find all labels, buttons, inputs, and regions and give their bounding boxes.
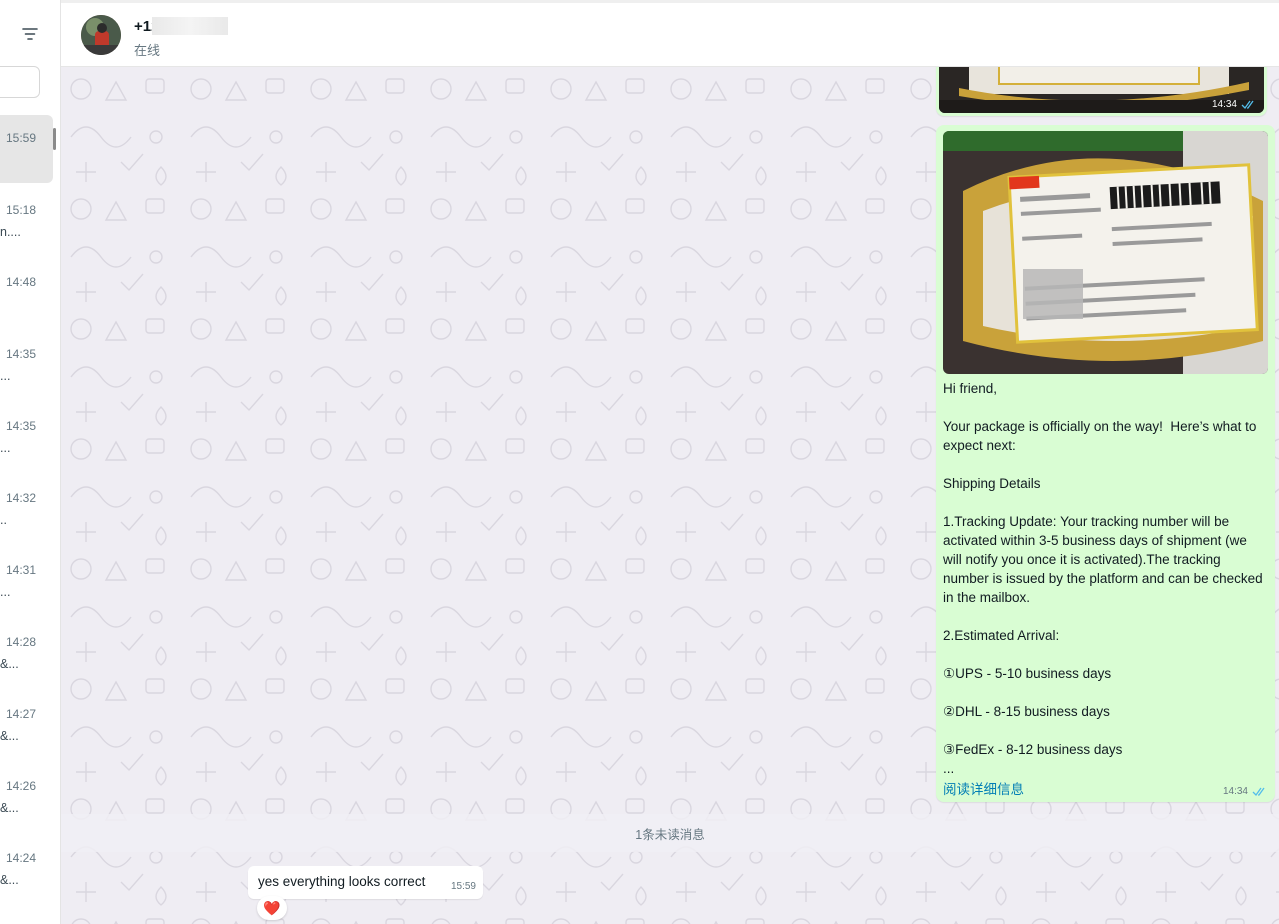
message-time: 14:34 (1211, 99, 1237, 110)
message-time: 15:59 (450, 881, 476, 892)
chat-item-snippet: ... (0, 585, 11, 599)
chat-list-item[interactable]: 14:27 &... (0, 691, 53, 759)
filter-icon[interactable] (20, 24, 40, 44)
chat-list-item[interactable]: 14:32.. (0, 475, 53, 543)
chat-item-time: 14:35 (5, 347, 36, 361)
message-meta: 14:34 (1223, 786, 1266, 797)
chat-item-time: 14:35 (5, 419, 36, 433)
search-input[interactable] (0, 66, 40, 98)
chat-list-item[interactable]: 14:35... (0, 403, 53, 471)
message-area[interactable]: 14:34 Hi friend, Your package is officia… (61, 67, 1279, 924)
outgoing-text-message[interactable]: Hi friend, Your package is officially on… (936, 125, 1275, 802)
chat-item-time: 14:28 (5, 635, 36, 649)
double-check-icon (1241, 100, 1254, 109)
reaction-emoji: ❤️ (263, 899, 281, 916)
read-more-link[interactable]: 阅读详细信息 (943, 778, 1024, 798)
package-photo-image[interactable] (943, 131, 1268, 374)
message-meta: 14:34 (1212, 99, 1255, 110)
chat-list-sidebar: 15:59 15:18 n.... 14:48 14:35... 14:35... 14:3… (0, 0, 61, 924)
chat-item-snippet: &... (0, 801, 19, 815)
message-text: yes everything looks correct (258, 874, 426, 889)
chat-list-item[interactable]: 15:18 n.... (0, 187, 53, 255)
package-photo-image[interactable]: 14:34 (939, 67, 1264, 113)
chat-item-snippet: n.... (0, 225, 21, 239)
avatar[interactable] (81, 15, 121, 55)
chat-item-snippet: &... (0, 729, 19, 743)
scrollbar-thumb[interactable] (53, 128, 56, 150)
chat-item-time: 14:26 (5, 779, 36, 793)
double-check-icon (1252, 787, 1265, 796)
unread-messages-divider: 1条未读消息 (61, 814, 1279, 852)
chat-list-item[interactable]: 15:59 (0, 115, 53, 183)
conversation-header: +12 在线 (61, 0, 1279, 67)
chat-item-time: 15:18 (5, 203, 36, 217)
redacted-number-blur (152, 17, 228, 35)
heart-reaction-icon[interactable]: ❤️ (257, 896, 287, 920)
message-time: 14:34 (1222, 786, 1248, 797)
incoming-text-message[interactable]: yes everything looks correct 15:59 (248, 866, 483, 899)
chat-list-item[interactable]: 14:31... (0, 547, 53, 615)
chat-item-snippet: .. (0, 513, 7, 527)
outgoing-image-message[interactable]: 14:34 (936, 67, 1267, 116)
chat-item-time: 14:32 (5, 491, 36, 505)
chat-list-item[interactable]: 14:35... (0, 331, 53, 399)
chat-item-snippet: ... (0, 441, 11, 455)
contact-status: 在线 (134, 43, 161, 58)
chat-item-time: 14:24 (5, 851, 36, 865)
chat-list-item[interactable]: 14:48 (0, 259, 53, 327)
chat-item-snippet: ... (0, 369, 11, 383)
chat-item-snippet: &... (0, 873, 19, 887)
message-text: Hi friend, Your package is officially on… (943, 381, 1263, 776)
chat-item-time: 15:59 (5, 131, 36, 145)
chat-list-item[interactable]: 14:26 &... (0, 763, 53, 831)
chat-item-time: 14:31 (5, 563, 36, 577)
chat-list-item[interactable]: 14:24 &... (0, 835, 53, 903)
chat-list-item[interactable]: 14:28 &... (0, 619, 53, 687)
unread-divider-label: 1条未读消息 (635, 827, 705, 842)
chat-item-time: 14:27 (5, 707, 36, 721)
chat-item-snippet: &... (0, 657, 19, 671)
chat-item-time: 14:48 (5, 275, 36, 289)
